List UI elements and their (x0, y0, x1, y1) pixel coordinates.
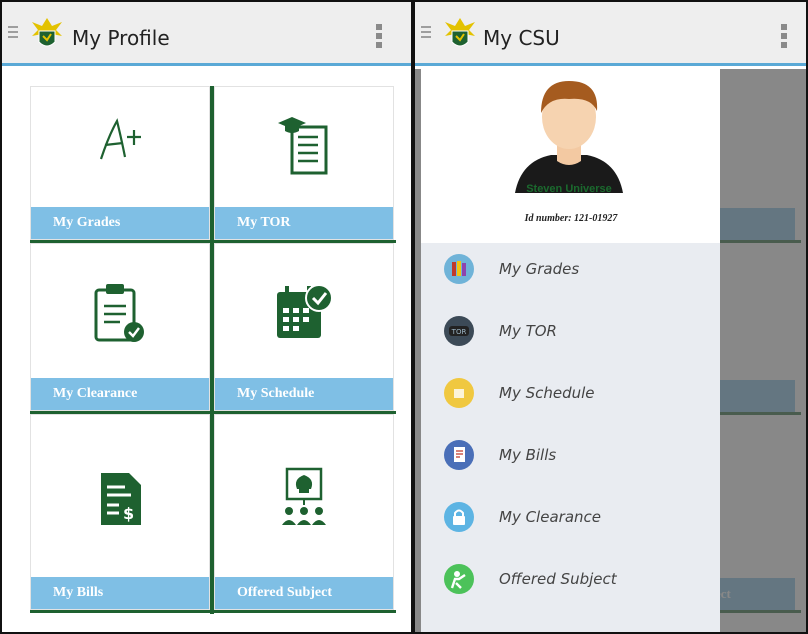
schedule-icon (444, 378, 474, 408)
books-icon (444, 254, 474, 284)
drawer-item-label: Offered Subject (499, 570, 617, 588)
profile-screen: My Profile My Grades My TOR My Clearance… (0, 0, 413, 634)
app-bar: My CSU (415, 2, 806, 66)
tile-label: My TOR (215, 207, 393, 239)
menu-icon[interactable] (421, 26, 431, 40)
svg-text:$: $ (123, 504, 134, 523)
tile-label: Offered Subject (215, 577, 393, 609)
overflow-menu-icon[interactable] (781, 24, 789, 48)
tile-my-bills[interactable]: $ My Bills (30, 414, 210, 610)
page-title: My Profile (72, 26, 170, 50)
drawer-item-label: My TOR (499, 322, 557, 340)
drawer-item-label: My Bills (499, 446, 557, 464)
drawer-item-offered-subject[interactable]: Offered Subject (421, 557, 720, 603)
receipt-icon (444, 440, 474, 470)
navigation-drawer: Steven Universe Id number: 121-01927 My … (421, 69, 720, 632)
a-plus-icon (99, 118, 141, 160)
calendar-check-icon (277, 284, 333, 338)
profile-name: Steven Universe (526, 183, 612, 195)
tile-my-grades[interactable]: My Grades (30, 86, 210, 240)
drawer-header: Steven Universe Id number: 121-01927 (421, 69, 720, 243)
transcript-icon (278, 117, 328, 175)
tor-badge-icon: TOR (444, 316, 474, 346)
drawer-item-label: My Grades (499, 260, 580, 278)
grid-divider-vertical (210, 86, 214, 614)
menu-grid: My Grades My TOR My Clearance My Schedul… (30, 86, 396, 616)
drawer-item-my-bills[interactable]: My Bills (421, 433, 720, 479)
svg-text:TOR: TOR (451, 328, 467, 336)
tile-my-tor[interactable]: My TOR (214, 86, 394, 240)
drawer-item-label: My Clearance (499, 508, 601, 526)
menu-icon[interactable] (8, 26, 18, 40)
drawer-item-my-schedule[interactable]: My Schedule (421, 371, 720, 417)
navigation-drawer-screen: My CSU ect Steven Universe Id number: 12… (413, 0, 808, 634)
bill-icon: $ (101, 473, 141, 525)
lock-icon (444, 502, 474, 532)
csu-logo-icon (32, 18, 62, 47)
presentation-idea-icon (282, 467, 326, 525)
profile-id-number: Id number: 121-01927 (524, 213, 618, 224)
teacher-icon (444, 564, 474, 594)
tile-my-schedule[interactable]: My Schedule (214, 243, 394, 411)
tile-label: My Grades (31, 207, 209, 239)
page-title: My CSU (483, 26, 560, 50)
tile-label: My Bills (31, 577, 209, 609)
drawer-item-my-clearance[interactable]: My Clearance (421, 495, 720, 541)
overflow-menu-icon[interactable] (376, 24, 384, 48)
csu-logo-icon (445, 18, 475, 47)
drawer-item-my-grades[interactable]: My Grades (421, 247, 720, 293)
drawer-item-label: My Schedule (499, 384, 595, 402)
drawer-item-my-tor[interactable]: TOR My TOR (421, 309, 720, 355)
tile-my-clearance[interactable]: My Clearance (30, 243, 210, 411)
clipboard-check-icon (94, 284, 144, 342)
app-bar: My Profile (2, 2, 411, 66)
tile-label: My Clearance (31, 378, 209, 410)
tile-offered-subject[interactable]: Offered Subject (214, 414, 394, 610)
tile-label: My Schedule (215, 378, 393, 410)
